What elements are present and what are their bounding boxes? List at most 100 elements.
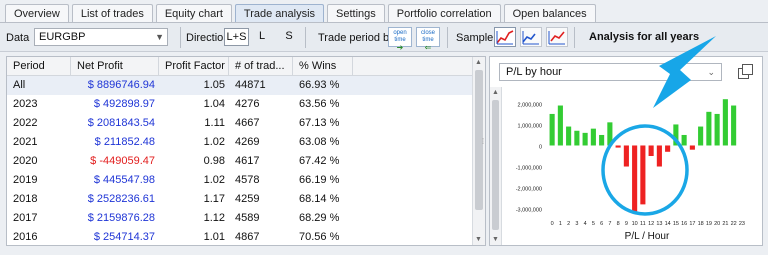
toolbar-divider [574,27,575,48]
bar-hour-20 [714,113,720,146]
x-tick-label: 12 [648,221,654,227]
tab-trade-analysis[interactable]: Trade analysis [234,4,325,23]
cell-period: 2019 [13,174,38,186]
x-tick-label: 6 [600,221,603,227]
bar-hour-19 [706,111,712,146]
toolbar: Data EURGBP ▼ Direction L+S L S Trade pe… [0,23,768,52]
y-tick-label: -2,000,000 [516,187,542,193]
cell-trades: 4578 [235,174,260,186]
cell-profit-factor: 1.04 [203,98,225,110]
column-header-net-profit[interactable]: Net Profit [71,57,159,76]
bar-hour-1 [557,105,563,146]
column-header-profit-factor[interactable]: Profit Factor [159,57,229,76]
bar-hour-13 [656,145,662,167]
table-row[interactable]: 2016 $ 254714.37 1.01 4867 70.56 % [7,228,473,245]
y-tick-label: 0 [539,144,542,150]
bar-hour-5 [590,128,596,146]
x-tick-label: 15 [673,221,679,227]
open-time-button[interactable]: open time ➔ [388,27,412,52]
bar-hour-3 [574,130,580,146]
table-row[interactable]: All $ 8896746.94 1.05 44871 66.93 % [7,76,473,95]
data-select[interactable]: EURGBP ▼ [34,28,168,46]
table-header: Period Net Profit Profit Factor # of tra… [7,57,473,76]
x-tick-label: 9 [625,221,628,227]
x-tick-label: 7 [608,221,611,227]
splitter-handle[interactable]: ⁞ [480,138,486,154]
x-tick-label: 10 [632,221,638,227]
cell-trades: 4589 [235,212,260,224]
table-row[interactable]: 2023 $ 492898.97 1.04 4276 63.56 % [7,95,473,114]
cell-net-profit: $ 8896746.94 [87,79,155,91]
x-tick-label: 0 [551,221,554,227]
sample-all-chart-icon[interactable] [494,27,516,47]
sample-in-chart-icon[interactable] [520,27,542,47]
bar-hour-16 [681,134,687,146]
cell-profit-factor: 1.17 [203,193,225,205]
cell-wins: 63.08 % [299,136,340,148]
tab-overview[interactable]: Overview [5,4,69,23]
close-time-label: close time [420,30,435,43]
x-tick-label: 22 [731,221,737,227]
cell-profit-factor: 1.05 [203,79,225,91]
x-tick-label: 8 [617,221,620,227]
x-tick-label: 18 [698,221,704,227]
tab-open-balances[interactable]: Open balances [503,4,596,23]
direction-l-button[interactable]: L [254,28,270,46]
cell-wins: 68.14 % [299,193,340,205]
table-row[interactable]: 2021 $ 211852.48 1.02 4269 63.08 % [7,133,473,152]
cell-trades: 4617 [235,155,260,167]
x-tick-label: 5 [592,221,595,227]
toolbar-divider [447,27,448,48]
x-tick-label: 16 [681,221,687,227]
bar-hour-4 [582,132,588,146]
y-tick-label: 2,000,000 [518,102,542,108]
cell-wins: 66.93 % [299,79,340,91]
cell-period: All [13,79,26,91]
tab-portfolio-correlation[interactable]: Portfolio correlation [387,4,501,23]
column-header-period[interactable]: Period [7,57,71,76]
x-tick-label: 4 [584,221,587,227]
scroll-up-icon[interactable]: ▲ [475,59,482,66]
x-tick-label: 19 [706,221,712,227]
x-tick-label: 3 [575,221,578,227]
tab-settings[interactable]: Settings [327,4,385,23]
sample-out-chart-icon[interactable] [546,27,568,47]
x-tick-label: 1 [559,221,562,227]
bar-hour-14 [665,145,671,152]
cell-net-profit: $ 2528236.61 [87,193,155,205]
table-row[interactable]: 2019 $ 445547.98 1.02 4578 66.19 % [7,171,473,190]
close-time-button[interactable]: close time ⇐ [416,27,440,52]
column-header-trades[interactable]: # of trad... [229,57,293,76]
y-tick-label: -1,000,000 [516,166,542,172]
table-row[interactable]: 2022 $ 2081843.54 1.11 4667 67.13 % [7,114,473,133]
sample-label: Sample [456,23,493,52]
arrow-right-icon: ➔ [396,43,404,52]
bar-hour-2 [566,126,572,146]
table-row[interactable]: 2017 $ 2159876.28 1.12 4589 68.29 % [7,209,473,228]
tab-list-of-trades[interactable]: List of trades [71,4,153,23]
y-tick-label: -3,000,000 [516,208,542,214]
y-tick-label: 1,000,000 [518,123,542,129]
scroll-down-icon[interactable]: ▼ [475,236,482,243]
sample-label-text: Sample [456,31,494,44]
table-row[interactable]: 2018 $ 2528236.61 1.17 4259 68.14 % [7,190,473,209]
direction-label: Direction [186,23,229,52]
cell-net-profit: $ 445547.98 [93,174,155,186]
cell-net-profit: $ 2159876.28 [87,212,155,224]
direction-ls-button[interactable]: L+S [224,28,249,46]
bar-hour-7 [607,122,613,146]
table-row[interactable]: 2020 $ -449059.47 0.98 4617 67.42 % [7,152,473,171]
analysis-title: Analysis for all years [589,31,700,43]
direction-s-button[interactable]: S [281,28,297,46]
cell-trades: 4259 [235,193,260,205]
cell-trades: 44871 [235,79,266,91]
cell-wins: 63.56 % [299,98,340,110]
analysis-table: Period Net Profit Profit Factor # of tra… [6,56,486,246]
cell-period: 2016 [13,231,38,243]
column-header-wins[interactable]: % Wins [293,57,353,76]
trade-period-label: Trade period by [318,23,395,52]
cell-profit-factor: 1.01 [203,231,225,243]
cell-wins: 67.42 % [299,155,340,167]
chart-panel: P/L by hour ⌄ ▲ ▼ 2,000,000 1,000,000 0 -1,… [489,56,763,246]
tab-equity-chart[interactable]: Equity chart [155,4,232,23]
